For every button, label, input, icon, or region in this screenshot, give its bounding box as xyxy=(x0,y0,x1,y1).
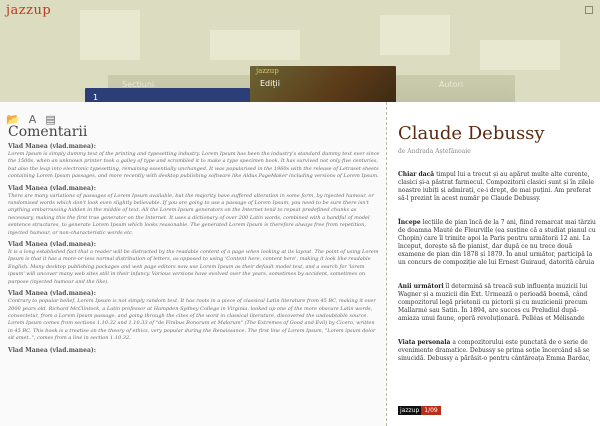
comment-item: Vlad Manea (vlad.manea): Lorem Ipsum is … xyxy=(8,143,380,181)
paragraph-text: lecțiile de pian încă de la 7 ani, fiind… xyxy=(398,219,596,266)
article-title: Claude Debussy xyxy=(398,123,545,144)
comment-author: Vlad Manea (vlad.manea): xyxy=(8,290,96,298)
app-logo[interactable]: jazzup xyxy=(6,3,51,18)
background-tile xyxy=(380,15,450,55)
page-indicator[interactable]: 1/09 xyxy=(421,406,441,415)
comments-list: Vlad Manea (vlad.manea): Lorem Ipsum is … xyxy=(8,143,380,359)
background-tile xyxy=(80,10,140,60)
comments-column: 📂 A ▤ Comentarii Vlad Manea (vlad.manea)… xyxy=(0,102,386,426)
comment-item: Vlad Manea (vlad.manea): Contrary to pop… xyxy=(8,290,380,342)
cover-label: Autori xyxy=(439,80,464,89)
article-paragraph: Viata personala a compozitorului este pu… xyxy=(398,331,598,363)
comment-author: Vlad Manea (vlad.manea): xyxy=(8,143,96,150)
cover-brand: jazzup xyxy=(256,67,279,75)
comment-item: Vlad Manea (vlad.manea): It is a long es… xyxy=(8,241,380,286)
footer-brand: jazzup xyxy=(398,406,422,415)
background-tile xyxy=(480,40,560,70)
paragraph-lead: Începe xyxy=(398,219,421,226)
comment-item: Vlad Manea (vlad.manea): There are many … xyxy=(8,185,380,237)
page-footer: jazzup 1/09 xyxy=(398,406,441,415)
background-tile xyxy=(210,30,300,60)
comments-title: Comentarii xyxy=(8,124,88,140)
comment-author: Vlad Manea (vlad.manea): xyxy=(8,184,96,192)
article: Claude Debussy de Andrada Aștefănoaie Ch… xyxy=(398,124,598,363)
paragraph-lead: Chiar dacă xyxy=(398,171,435,178)
comment-text: Contrary to popular belief, Lorem Ipsum … xyxy=(8,298,376,342)
cover-label: Ediții xyxy=(260,79,280,88)
comment-author: Vlad Manea (vlad.manea): xyxy=(8,241,96,249)
comment-author: Vlad Manea (vlad.manea): xyxy=(8,346,96,354)
window-icon[interactable] xyxy=(585,6,593,14)
article-paragraph: Anii următori îl determină să treacă sub… xyxy=(398,275,598,323)
comments-toolbar: 📂 A ▤ xyxy=(6,108,60,126)
comment-text: It is a long established fact that a rea… xyxy=(8,249,379,285)
article-paragraph: Începe lecțiile de pian încă de la 7 ani… xyxy=(398,211,598,267)
comment-text: Lorem Ipsum is simply dummy text of the … xyxy=(8,151,380,180)
column-divider xyxy=(386,102,387,426)
paragraph-lead: Anii următori xyxy=(398,283,444,290)
article-paragraph: Chiar dacă timpul lui a trecut și au apă… xyxy=(398,163,598,203)
comment-item: Vlad Manea (vlad.manea): xyxy=(8,347,380,355)
comment-text: There are many variations of passages of… xyxy=(8,192,374,236)
article-byline: de Andrada Aștefănoaie xyxy=(398,148,471,155)
paragraph-lead: Viata personala xyxy=(398,339,451,346)
cover-number: 1 xyxy=(93,93,99,102)
